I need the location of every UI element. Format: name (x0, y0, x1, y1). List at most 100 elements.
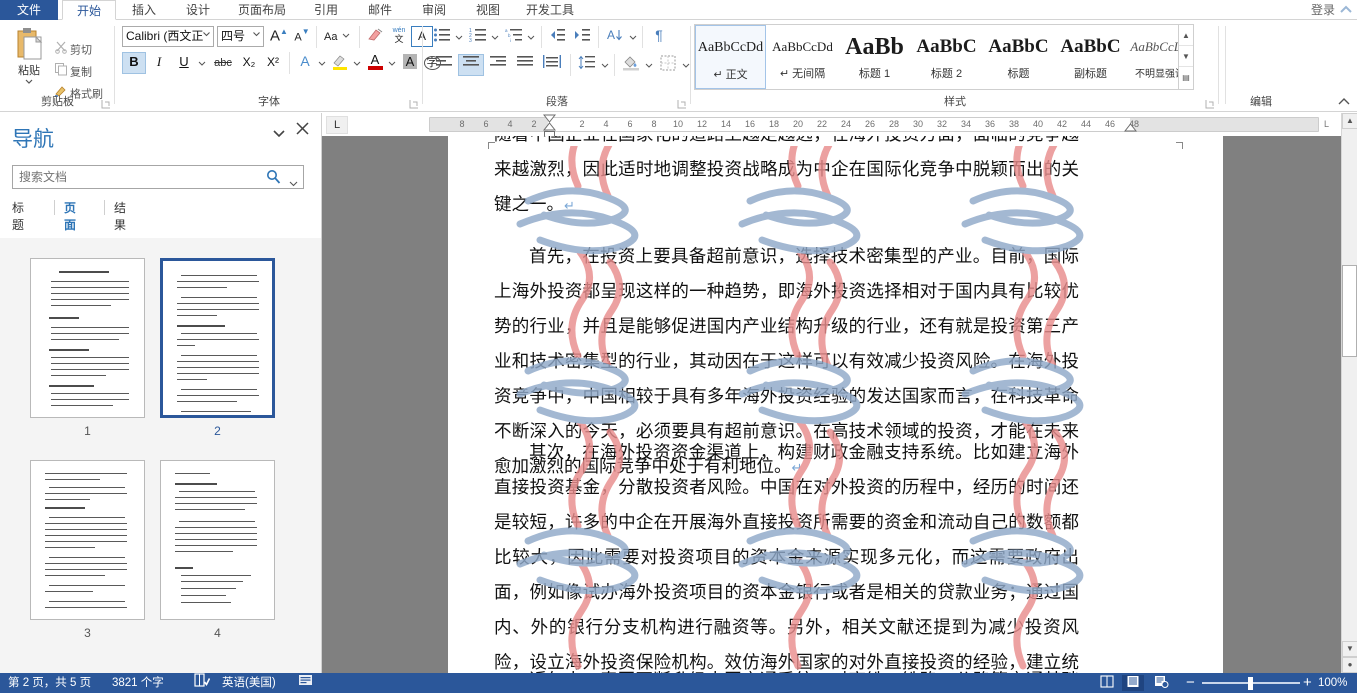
borders-button[interactable] (656, 54, 680, 76)
document-paragraph-3[interactable]: 其次，在海外投资资金渠道上，构建财政金融支持系统。比如建立海外直接投资基金，分散… (494, 436, 1079, 673)
tab-file[interactable]: 文件 (0, 0, 58, 20)
status-word-count[interactable]: 3821 个字 (112, 673, 164, 693)
clear-formatting-button[interactable] (363, 26, 387, 47)
multilevel-dropdown[interactable] (525, 26, 537, 48)
line-spacing-button[interactable] (575, 54, 599, 76)
tab-mailings[interactable]: 邮件 (354, 0, 406, 20)
page-thumbnail-2[interactable]: 2 (160, 258, 275, 438)
justify-button[interactable] (512, 54, 538, 76)
bullets-dropdown[interactable] (453, 26, 465, 48)
zoom-in-button[interactable]: + (1303, 673, 1312, 693)
view-print-layout-button[interactable] (1122, 675, 1144, 691)
styles-gallery-scrollbar[interactable]: ▲ ▼ ▤ (1178, 25, 1193, 89)
status-macro-recording[interactable] (298, 673, 313, 693)
browse-object-button[interactable]: ● (1342, 657, 1357, 673)
font-color-dropdown[interactable] (386, 52, 398, 74)
clipboard-dialog-launcher-icon[interactable] (101, 99, 112, 110)
document-paragraph-4[interactable]: 近年来，泰国不断升级本国交通系统，对高铁，铁路、公路等交通基础设施 (494, 664, 1079, 673)
character-shading-button[interactable]: A (399, 52, 421, 74)
status-page-info[interactable]: 第 2 页，共 5 页 (8, 673, 91, 693)
tab-design[interactable]: 设计 (172, 0, 224, 20)
document-paragraph-1[interactable]: 随着中国企业在国家化的道路上越走越远，在海外投资方面，面临的竞争越来越激烈，因此… (494, 136, 1079, 224)
underline-dropdown[interactable] (196, 52, 208, 74)
paste-button[interactable]: 粘贴 (8, 25, 50, 91)
help-caret-icon[interactable] (1339, 3, 1353, 17)
tab-page-layout[interactable]: 页面布局 (226, 0, 298, 20)
page-canvas[interactable]: 随着中国企业在国家化的道路上越走越远，在海外投资方面，面临的竞争越来越激烈，因此… (322, 136, 1341, 673)
bold-button[interactable]: B (122, 52, 146, 74)
multilevel-list-button[interactable]: abi (503, 26, 525, 48)
tab-stop-selector[interactable]: L (326, 116, 348, 134)
shading-button[interactable] (619, 54, 643, 76)
tab-insert[interactable]: 插入 (118, 0, 170, 20)
tab-developer[interactable]: 开发工具 (516, 0, 584, 20)
line-spacing-dropdown[interactable] (599, 54, 611, 76)
style-item-heading-2[interactable]: AaBbC 标题 2 (911, 25, 982, 89)
chevron-down-icon[interactable] (252, 31, 261, 37)
font-size-combo[interactable]: 四号 (217, 26, 264, 47)
page-thumbnails-list[interactable]: 1 (0, 238, 321, 693)
style-item-no-spacing[interactable]: AaBbCcDd ↵ 无间隔 (767, 25, 838, 89)
zoom-level-label[interactable]: 100% (1318, 673, 1347, 693)
nav-tab-results[interactable]: 结果 (114, 199, 126, 233)
paragraph-dialog-launcher-icon[interactable] (677, 99, 688, 110)
show-formatting-marks-button[interactable]: ¶ (647, 26, 671, 48)
navigation-pane-close-button[interactable] (296, 122, 309, 138)
phonetic-guide-button[interactable]: wén 文 (387, 26, 411, 47)
status-proofing-icon[interactable] (194, 673, 210, 693)
font-dialog-launcher-icon[interactable] (409, 99, 420, 110)
sort-button[interactable]: A (603, 26, 627, 48)
sign-in-button[interactable]: 登录 (1311, 0, 1335, 20)
styles-gallery[interactable]: AaBbCcDd ↵ 正文 AaBbCcDd ↵ 无间隔 AaBb 标题 1 A… (694, 24, 1194, 90)
scroll-down-button[interactable]: ▼ (1342, 641, 1357, 657)
view-web-layout-button[interactable] (1150, 675, 1172, 691)
bullets-button[interactable] (431, 26, 453, 48)
document-vertical-scrollbar[interactable]: ▲ ▼ ● (1341, 113, 1357, 673)
align-center-button[interactable] (458, 54, 484, 76)
chevron-down-icon[interactable] (202, 31, 211, 37)
cut-button[interactable]: 剪切 (52, 40, 92, 60)
zoom-slider-thumb[interactable] (1248, 677, 1253, 690)
gallery-scroll-down-button[interactable]: ▼ (1179, 46, 1193, 67)
align-right-button[interactable] (485, 54, 511, 76)
gallery-scroll-up-button[interactable]: ▲ (1179, 25, 1193, 46)
font-color-button[interactable]: A (364, 52, 386, 74)
style-item-heading-1[interactable]: AaBb 标题 1 (839, 25, 910, 89)
page-thumbnail-4[interactable]: 4 (160, 460, 275, 640)
tab-review[interactable]: 审阅 (408, 0, 460, 20)
zoom-out-button[interactable]: − (1186, 673, 1195, 693)
font-name-combo[interactable]: Calibri (西文正 (122, 26, 214, 47)
document-page[interactable]: 随着中国企业在国家化的道路上越走越远，在海外投资方面，面临的竞争越来越激烈，因此… (448, 136, 1223, 673)
chevron-down-icon[interactable] (342, 33, 350, 38)
collapse-ribbon-button[interactable] (1337, 97, 1351, 110)
shading-dropdown[interactable] (643, 54, 655, 76)
shrink-font-button[interactable]: A▼ (291, 26, 313, 47)
nav-tab-headings[interactable]: 标题 (12, 199, 24, 233)
navigation-search-box[interactable] (12, 165, 304, 189)
hanging-indent-marker[interactable] (543, 122, 556, 131)
italic-button[interactable]: I (147, 52, 171, 74)
style-item-title[interactable]: AaBbC 标题 (983, 25, 1054, 89)
numbering-button[interactable]: 123 (467, 26, 489, 48)
nav-tab-pages[interactable]: 页面 (64, 199, 76, 233)
subscript-button[interactable]: X₂ (237, 52, 261, 74)
align-left-button[interactable] (431, 54, 457, 76)
style-item-subtitle[interactable]: AaBbC 副标题 (1055, 25, 1126, 89)
text-highlight-button[interactable] (329, 52, 351, 74)
status-language[interactable]: 英语(美国) (222, 673, 276, 693)
right-indent-marker[interactable] (1124, 123, 1137, 132)
search-options-dropdown[interactable] (289, 174, 298, 192)
grow-font-button[interactable]: A▲ (268, 26, 290, 47)
tab-home[interactable]: 开始 (62, 0, 116, 20)
text-effects-dropdown[interactable] (316, 52, 328, 74)
search-input[interactable] (17, 166, 267, 188)
scroll-up-button[interactable]: ▲ (1342, 113, 1357, 129)
tab-references[interactable]: 引用 (300, 0, 352, 20)
strikethrough-button[interactable]: abc (210, 52, 236, 74)
highlight-dropdown[interactable] (351, 52, 363, 74)
increase-indent-button[interactable] (570, 26, 594, 48)
paste-dropdown-icon[interactable] (24, 78, 34, 84)
copy-button[interactable]: 复制 (52, 62, 92, 82)
horizontal-ruler[interactable]: 8 6 4 2 2 4 6 8 10 12 14 16 18 20 22 24 … (429, 117, 1319, 132)
page-thumbnail-3[interactable]: 3 (30, 460, 145, 640)
